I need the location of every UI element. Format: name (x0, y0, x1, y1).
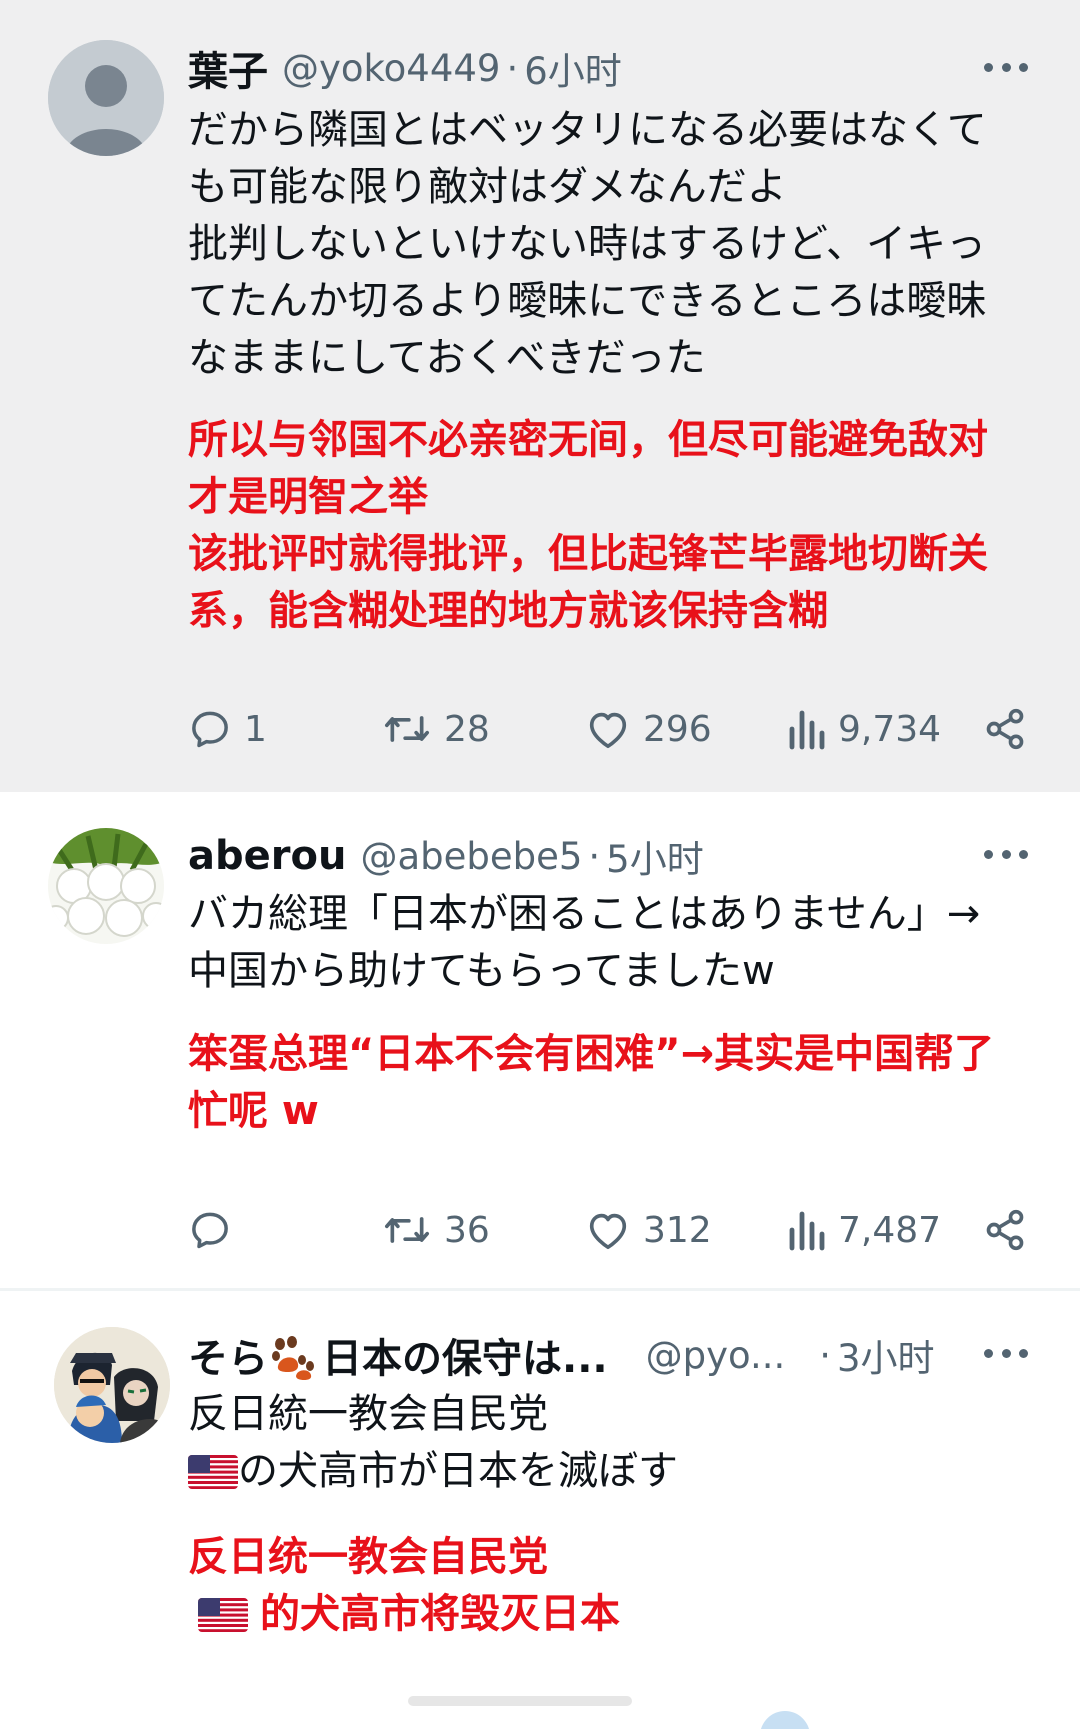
translation-text: 反日统一教会自民党 的犬高市将毁灭日本 (188, 1529, 620, 1643)
turnip-avatar-image (48, 828, 164, 944)
post-sora[interactable]: そら 日本の保守は... @pyo... · 3小时 反日統一教会自民党 の犬高… (0, 1291, 1080, 1729)
like-icon (589, 712, 627, 749)
timestamp[interactable]: 6小时 (524, 41, 622, 95)
home-indicator (408, 1696, 632, 1706)
timestamp[interactable]: 3小时 (837, 1328, 935, 1382)
default-avatar-icon (48, 40, 164, 156)
us-flag-icon (188, 1455, 238, 1489)
display-name-part: 日本の保守は... (322, 1336, 608, 1382)
display-name-part: そら (188, 1336, 268, 1382)
post-header: aberou @abebebe5 · 5小时 (188, 828, 1028, 884)
user-handle[interactable]: @abebebe5 (360, 835, 582, 878)
more-icon[interactable] (984, 63, 1028, 77)
text-line: 反日統一教会自民党 (188, 1391, 548, 1437)
translation-text: 所以与邻国不必亲密无间，但尽可能避免敌对 才是明智之举 该批评时就得批评，但比起… (188, 412, 988, 640)
reply-icon (192, 711, 228, 748)
like-count: 296 (643, 708, 712, 750)
views-icon (789, 1211, 825, 1251)
user-handle[interactable]: @yoko4449 (282, 47, 500, 90)
translation-line: 的犬高市将毁灭日本 (188, 1586, 620, 1643)
display-name[interactable]: 葉子 (188, 39, 268, 97)
separator: · (819, 1333, 832, 1377)
timeline-feed: 葉子 @yoko4449 · 6小时 だから隣国とはベッタリになる必要はなくて … (0, 0, 1080, 1729)
like-button[interactable]: 296 (585, 701, 712, 757)
post-text: バカ総理「日本が困ることはありません」→ 中国から助けてもらってましたw (188, 886, 980, 1000)
text-line: なままにしておくべきだった (188, 335, 706, 381)
like-icon (589, 1213, 627, 1250)
repost-button[interactable]: 28 (382, 701, 490, 757)
reply-button[interactable]: 1 (188, 701, 267, 757)
share-button[interactable] (982, 1202, 1028, 1258)
like-button[interactable]: 312 (585, 1202, 712, 1258)
post-aberou[interactable]: aberou @abebebe5 · 5小时 バカ総理「日本が困ることはありませ… (0, 792, 1080, 1288)
action-bar: 36 312 7,487 (188, 1202, 1028, 1258)
text-line: 批判しないといけない時はするけど、イキっ (188, 221, 986, 267)
text-line: てたんか切るより曖昧にできるところは曖昧 (188, 278, 987, 324)
repost-icon (385, 1217, 429, 1243)
view-count: 9,734 (838, 708, 942, 750)
view-count: 7,487 (838, 1209, 942, 1251)
share-button[interactable] (982, 701, 1028, 757)
translation-line: 反日统一教会自民党 (188, 1534, 548, 1580)
views-icon (789, 710, 825, 750)
text-line: だから隣国とはベッタリになる必要はなくて (188, 107, 987, 153)
separator: · (506, 46, 519, 90)
timestamp[interactable]: 5小时 (606, 829, 704, 883)
share-icon (986, 1209, 1024, 1251)
translation-line: 忙呢 w (188, 1088, 319, 1134)
text-line: 中国から助けてもらってましたw (188, 948, 775, 994)
translation-line: 该批评时就得批评，但比起锋芒毕露地切断关 (188, 531, 988, 577)
translation-line-part: 的犬高市将毁灭日本 (260, 1591, 620, 1637)
display-name[interactable]: aberou (188, 833, 346, 879)
translation-line: 系，能含糊处理的地方就该保持含糊 (188, 588, 828, 634)
like-count: 312 (643, 1209, 712, 1251)
post-header: そら 日本の保守は... @pyo... · 3小时 (188, 1327, 1028, 1383)
translation-line: 所以与邻国不必亲密无间，但尽可能避免敌对 (188, 417, 988, 463)
repost-button[interactable]: 36 (382, 1202, 490, 1258)
separator: · (588, 834, 601, 878)
more-icon[interactable] (984, 1349, 1028, 1363)
avatar[interactable] (48, 40, 164, 156)
post-text: 反日統一教会自民党 の犬高市が日本を滅ぼす (188, 1386, 678, 1500)
translation-text: 笨蛋总理“日本不会有困难”→其实是中国帮了 忙呢 w (188, 1026, 994, 1140)
translation-line: 才是明智之举 (188, 474, 428, 520)
anime-characters-avatar-image (54, 1327, 170, 1443)
reply-icon (192, 1212, 228, 1249)
repost-count: 28 (444, 708, 490, 750)
more-icon[interactable] (984, 850, 1028, 864)
reply-button[interactable] (188, 1202, 244, 1258)
translation-line: 笨蛋总理“日本不会有困难”→其实是中国帮了 (188, 1031, 995, 1077)
text-line: バカ総理「日本が困ることはありません」→ (188, 891, 981, 937)
text-line: も可能な限り敵対はダメなんだよ (188, 164, 787, 210)
display-name[interactable]: そら 日本の保守は... (188, 1326, 608, 1384)
action-bar: 1 28 296 9,734 (188, 701, 1028, 757)
avatar[interactable] (54, 1327, 170, 1443)
repost-icon (385, 716, 429, 742)
post-text: だから隣国とはベッタリになる必要はなくて も可能な限り敵対はダメなんだよ 批判し… (188, 102, 987, 387)
avatar[interactable] (48, 828, 164, 944)
views-button[interactable]: 7,487 (786, 1202, 941, 1258)
us-flag-icon (198, 1598, 248, 1632)
user-handle[interactable]: @pyo... (646, 1334, 786, 1377)
post-yoko[interactable]: 葉子 @yoko4449 · 6小时 だから隣国とはベッタリになる必要はなくて … (0, 0, 1080, 792)
repost-count: 36 (444, 1209, 490, 1251)
text-line: の犬高市が日本を滅ぼす (188, 1443, 678, 1500)
text-line-part: の犬高市が日本を滅ぼす (238, 1448, 678, 1494)
post-header: 葉子 @yoko4449 · 6小时 (188, 40, 1028, 96)
views-button[interactable]: 9,734 (786, 701, 941, 757)
share-icon (986, 708, 1024, 750)
paw-icon (272, 1336, 314, 1380)
reply-count: 1 (244, 708, 267, 750)
